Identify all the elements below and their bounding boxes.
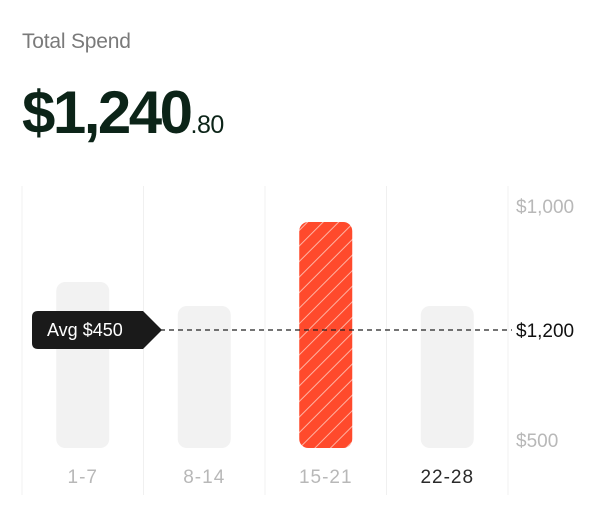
bar[interactable] <box>177 306 231 448</box>
y-tick-label: $1,200 <box>516 321 574 342</box>
x-tick-label: 1-7 <box>68 467 98 488</box>
spend-card: Total Spend $1,240.80 Avg $450 $1,000 $1,… <box>0 0 603 522</box>
bar[interactable] <box>420 306 474 448</box>
y-tick-label: $1,000 <box>516 197 574 218</box>
average-label: Avg $450 <box>47 320 123 340</box>
y-tick-label: $500 <box>516 431 558 452</box>
x-tick-label: 15-21 <box>299 467 353 488</box>
x-tick-label: 8-14 <box>183 467 225 488</box>
x-tick-label: 22-28 <box>420 467 474 488</box>
bar[interactable] <box>56 282 110 448</box>
bar-highlighted[interactable] <box>299 222 353 448</box>
spend-chart: Avg $450 $1,000 $1,200 $500 1-7 8-14 15-21 22… <box>21 186 574 495</box>
